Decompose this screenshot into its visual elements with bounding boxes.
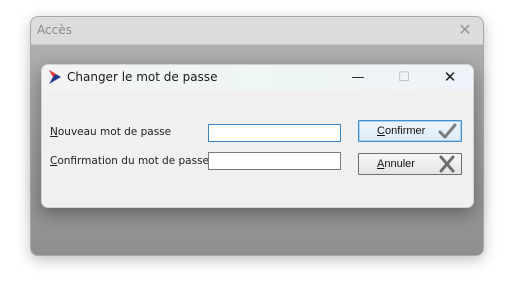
confirm-button-label-text: onfirmer xyxy=(384,125,426,137)
app-logo-icon xyxy=(49,70,61,84)
change-password-dialog: Changer le mot de passe — ☐ ✕ Nouveau mo… xyxy=(41,64,474,208)
new-password-label: Nouveau mot de passe xyxy=(50,126,171,138)
checkmark-icon xyxy=(438,123,457,139)
cancel-button[interactable]: Annuler xyxy=(358,153,462,175)
confirm-password-label-text: onfirmation du mot de passe xyxy=(57,155,210,167)
dialog-titlebar[interactable]: Changer le mot de passe — ☐ ✕ xyxy=(42,65,473,90)
new-password-field[interactable] xyxy=(208,124,341,142)
new-password-access-key: N xyxy=(50,126,58,138)
outer-close-icon[interactable]: ✕ xyxy=(455,20,475,40)
close-button[interactable]: ✕ xyxy=(427,65,473,90)
confirm-password-label: Confirmation du mot de passe xyxy=(50,155,209,167)
dialog-title: Changer le mot de passe xyxy=(67,70,218,84)
cancel-button-label: Annuler xyxy=(377,158,415,170)
outer-window-title: Accès xyxy=(37,23,72,37)
maximize-button[interactable]: ☐ xyxy=(381,65,427,90)
outer-titlebar: Accès ✕ xyxy=(31,17,483,45)
new-password-label-text: ouveau mot de passe xyxy=(57,126,172,138)
confirm-password-field[interactable] xyxy=(208,152,341,170)
cancel-button-label-text: nnuler xyxy=(384,158,415,170)
confirm-button[interactable]: Confirmer xyxy=(358,120,462,142)
confirm-button-access-key: C xyxy=(377,125,385,137)
cross-icon xyxy=(439,155,455,173)
minimize-button[interactable]: — xyxy=(335,65,381,90)
dialog-body: Nouveau mot de passe Confirmation du mot… xyxy=(42,90,473,207)
confirm-button-label: Confirmer xyxy=(377,125,425,137)
